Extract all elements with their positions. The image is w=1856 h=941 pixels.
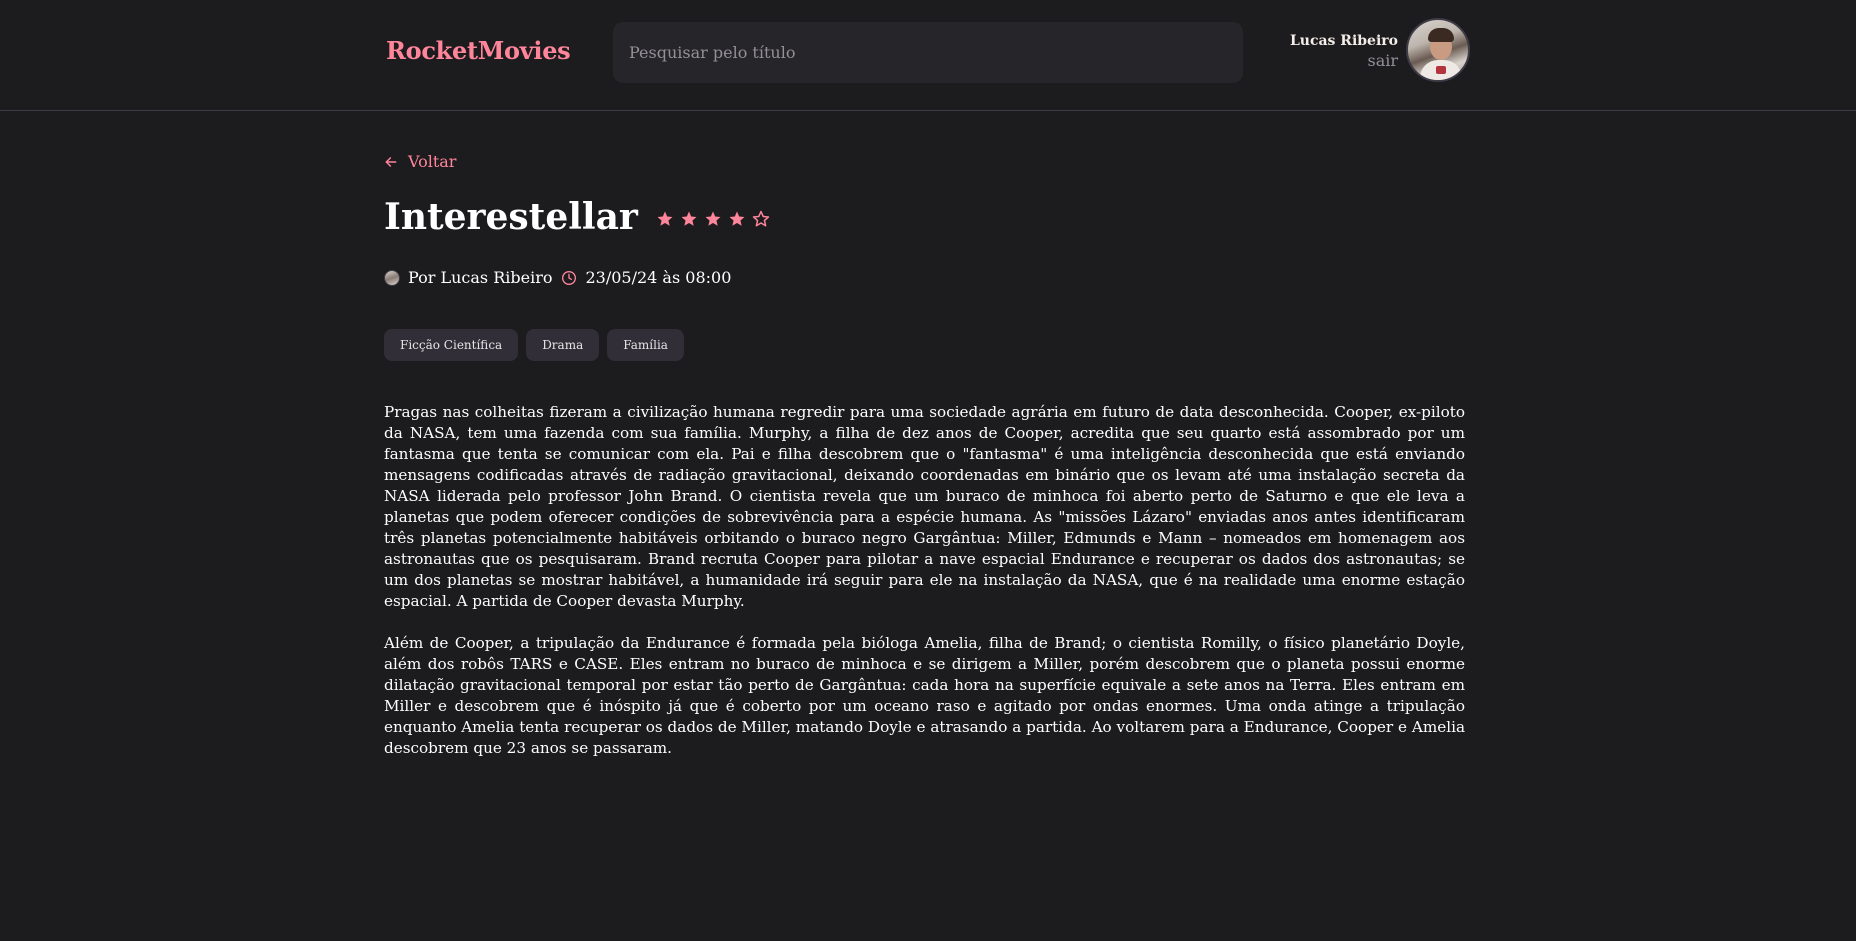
back-label: Voltar	[408, 152, 457, 171]
search-input[interactable]	[613, 22, 1243, 83]
star-filled-icon	[681, 211, 697, 226]
created-datetime: 23/05/24 às 08:00	[585, 268, 732, 287]
tag: Família	[607, 329, 684, 361]
logout-link[interactable]: sair	[1290, 51, 1398, 70]
author-name: Por Lucas Ribeiro	[408, 268, 553, 287]
arrow-left-icon	[385, 156, 397, 167]
star-filled-icon	[657, 211, 673, 226]
tag-list: Ficção Científica Drama Família	[384, 329, 684, 361]
profile-info: Lucas Ribeiro sair	[1290, 33, 1398, 70]
description-paragraph: Além de Cooper, a tripulação da Enduranc…	[384, 634, 1465, 757]
back-link[interactable]: Voltar	[384, 152, 456, 171]
movie-description: Pragas nas colheitas fizeram a civilizaç…	[384, 402, 1465, 780]
brand-logo[interactable]: RocketMovies	[386, 36, 571, 65]
profile-name: Lucas Ribeiro	[1289, 33, 1398, 49]
description-paragraph: Pragas nas colheitas fizeram a civilizaç…	[384, 403, 1465, 610]
star-outline-icon	[752, 210, 770, 227]
avatar[interactable]	[1406, 18, 1470, 82]
clock-icon	[561, 270, 577, 286]
star-filled-icon	[729, 211, 745, 226]
star-filled-icon	[705, 211, 721, 226]
tag: Ficção Científica	[384, 329, 519, 361]
author-avatar	[384, 269, 400, 286]
page-title: Interestellar	[384, 196, 638, 238]
tag: Drama	[526, 329, 600, 361]
app-header: RocketMovies Lucas Ribeiro sair	[0, 0, 1856, 111]
movie-meta: Por Lucas Ribeiro 23/05/24 às 08:00	[384, 268, 731, 287]
movie-title-row: Interestellar	[384, 196, 770, 238]
rating-stars	[656, 210, 770, 228]
